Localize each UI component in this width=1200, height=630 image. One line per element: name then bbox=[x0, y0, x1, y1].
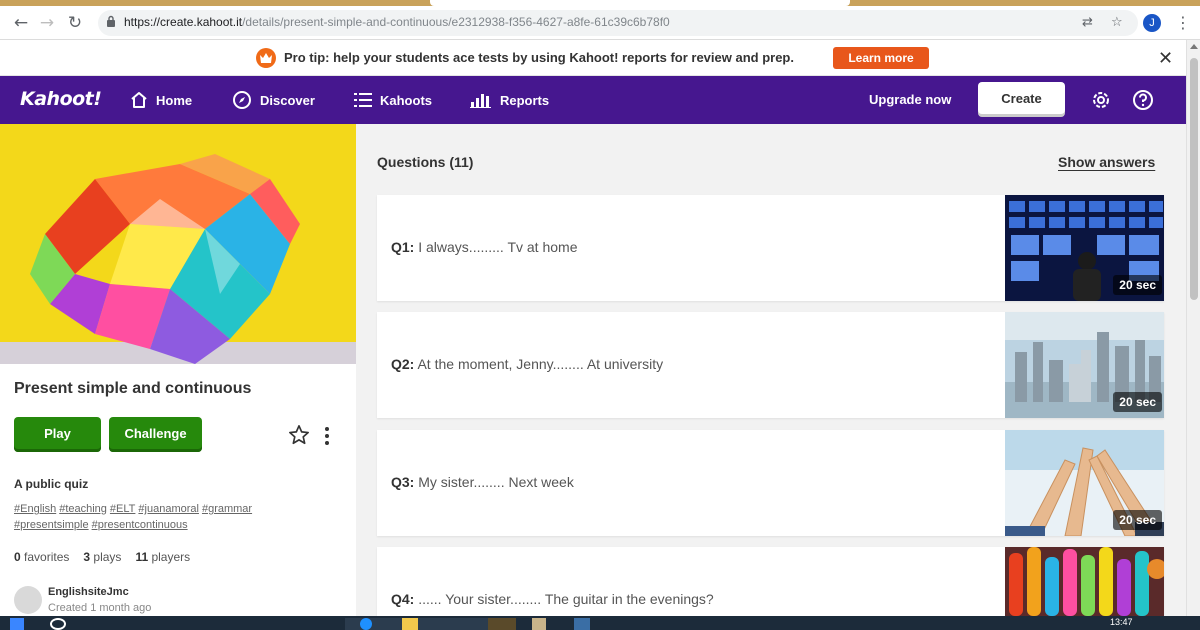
question-card[interactable]: Q2: At the moment, Jenny........ At univ… bbox=[377, 312, 1164, 418]
visibility-label: A public quiz bbox=[14, 477, 89, 491]
bar-chart-icon bbox=[470, 94, 491, 108]
learn-more-button[interactable]: Learn more bbox=[833, 47, 929, 69]
nav-item-reports[interactable]: Reports bbox=[470, 76, 549, 124]
tag-list: #English #teaching #ELT #juanamoral #grammar… bbox=[14, 501, 314, 533]
nav-item-discover[interactable]: Discover bbox=[232, 76, 315, 124]
help-icon[interactable] bbox=[1132, 89, 1154, 111]
show-answers-link[interactable]: Show answers bbox=[1058, 154, 1155, 170]
forward-arrow-icon[interactable]: → bbox=[36, 12, 58, 34]
app-icon[interactable] bbox=[574, 618, 590, 630]
question-image: 20 sec bbox=[1005, 195, 1164, 301]
favorite-star-icon[interactable] bbox=[288, 424, 310, 446]
kahoot-title: Present simple and continuous bbox=[14, 380, 252, 397]
kahoot-details-panel: Present simple and continuous Play Chall… bbox=[0, 124, 356, 616]
profile-avatar[interactable]: J bbox=[1143, 14, 1161, 32]
translate-icon[interactable]: ⇄ bbox=[1082, 15, 1093, 30]
time-limit-badge: 20 sec bbox=[1113, 275, 1162, 295]
created-date: Created 1 month ago bbox=[48, 602, 152, 614]
question-image: 20 sec bbox=[1005, 430, 1164, 536]
plays-label: plays bbox=[93, 550, 122, 564]
address-bar[interactable]: https://create.kahoot.it/details/present… bbox=[98, 10, 1138, 36]
nav-item-kahoots[interactable]: Kahoots bbox=[354, 76, 432, 124]
close-icon[interactable]: ✕ bbox=[1158, 48, 1173, 69]
lock-icon bbox=[107, 15, 115, 27]
tag-link[interactable]: #presentsimple bbox=[14, 519, 89, 531]
chrome-icon[interactable] bbox=[488, 618, 516, 630]
home-icon bbox=[131, 92, 147, 108]
challenge-button[interactable]: Challenge bbox=[109, 417, 202, 452]
url-text: https://create.kahoot.it/details/present… bbox=[124, 15, 670, 29]
compass-icon bbox=[233, 91, 251, 109]
pro-tip-text: Pro tip: help your students ace tests by… bbox=[284, 50, 794, 65]
kahoot-stats: 0 favorites 3 plays 11 players bbox=[14, 550, 190, 564]
create-button[interactable]: Create bbox=[978, 82, 1065, 117]
question-card[interactable]: Q4: ...... Your sister........ The guita… bbox=[377, 547, 1164, 616]
tag-link[interactable]: #grammar bbox=[202, 503, 252, 515]
question-image bbox=[1005, 547, 1164, 616]
tag-link[interactable]: #ELT bbox=[110, 503, 135, 515]
creator-avatar[interactable] bbox=[14, 586, 42, 614]
clock: 13:47 bbox=[1110, 617, 1133, 627]
nav-item-label: Kahoots bbox=[380, 92, 432, 108]
reload-icon[interactable]: ↻ bbox=[64, 12, 86, 34]
browser-toolbar: ← → ↻ https://create.kahoot.it/details/p… bbox=[0, 6, 1200, 40]
edge-icon[interactable] bbox=[360, 618, 372, 630]
question-image: 20 sec bbox=[1005, 312, 1164, 418]
browser-menu-icon[interactable]: ⋮ bbox=[1175, 13, 1191, 32]
favorites-label: favorites bbox=[24, 550, 70, 564]
cover-image bbox=[0, 124, 356, 364]
question-card[interactable]: Q1: I always......... Tv at home 20 sec bbox=[377, 195, 1164, 301]
plays-count: 3 bbox=[83, 550, 91, 564]
favorites-count: 0 bbox=[14, 550, 21, 564]
tag-link[interactable]: #juanamoral bbox=[138, 503, 199, 515]
os-taskbar: 13:47 bbox=[0, 616, 1200, 630]
bookmark-star-icon[interactable]: ☆ bbox=[1111, 15, 1123, 30]
gear-icon[interactable] bbox=[1090, 89, 1112, 111]
nav-item-label: Home bbox=[156, 92, 193, 108]
question-text: Q3: My sister........ Next week bbox=[391, 474, 574, 490]
page-scrollbar[interactable] bbox=[1186, 40, 1200, 616]
nav-item-label: Reports bbox=[500, 92, 550, 108]
crown-icon bbox=[256, 48, 276, 68]
folder-icon[interactable] bbox=[402, 618, 418, 630]
nav-item-home[interactable]: Home bbox=[130, 76, 192, 124]
question-text: Q2: At the moment, Jenny........ At univ… bbox=[391, 356, 664, 372]
kahoot-navbar: Kahoot! Home Discover Kahoots Reports Up… bbox=[0, 76, 1186, 124]
pro-tip-banner: Pro tip: help your students ace tests by… bbox=[0, 40, 1186, 76]
question-card[interactable]: Q3: My sister........ Next week 20 sec bbox=[377, 430, 1164, 536]
questions-header: Questions (11) bbox=[377, 154, 474, 170]
search-icon[interactable] bbox=[50, 618, 66, 630]
players-label: players bbox=[151, 550, 191, 564]
app-icon[interactable] bbox=[532, 618, 546, 630]
tag-link[interactable]: #teaching bbox=[59, 503, 107, 515]
tag-link[interactable]: #English bbox=[14, 503, 56, 515]
players-count: 11 bbox=[135, 550, 149, 564]
question-text: Q4: ...... Your sister........ The guita… bbox=[391, 591, 714, 607]
start-icon[interactable] bbox=[10, 618, 24, 630]
back-arrow-icon[interactable]: ← bbox=[10, 12, 32, 34]
nav-item-label: Discover bbox=[260, 92, 315, 108]
tag-link[interactable]: #presentcontinuous bbox=[92, 519, 188, 531]
time-limit-badge: 20 sec bbox=[1113, 392, 1162, 412]
upgrade-now-link[interactable]: Upgrade now bbox=[869, 92, 951, 107]
time-limit-badge: 20 sec bbox=[1113, 510, 1162, 530]
more-options-icon[interactable] bbox=[322, 426, 332, 446]
play-button[interactable]: Play bbox=[14, 417, 101, 452]
kahoot-logo[interactable]: Kahoot! bbox=[20, 88, 102, 110]
creator-name[interactable]: EnglishsiteJmc bbox=[48, 586, 129, 598]
scrollbar-thumb[interactable] bbox=[1190, 58, 1198, 300]
question-text: Q1: I always......... Tv at home bbox=[391, 239, 578, 255]
list-icon bbox=[354, 93, 372, 107]
